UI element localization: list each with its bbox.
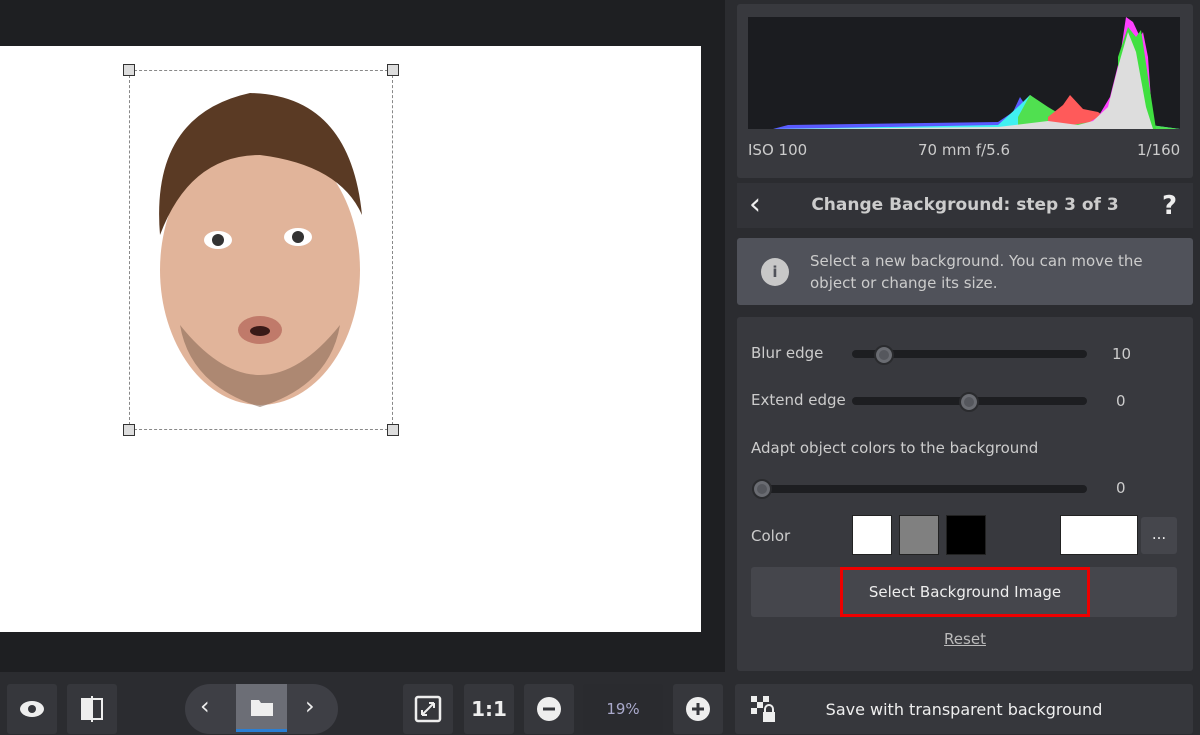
extend-edge-value: 0	[1116, 392, 1126, 410]
more-colors-button[interactable]: ...	[1141, 517, 1177, 554]
reset-link[interactable]: Reset	[737, 630, 1193, 648]
swatch-black[interactable]	[946, 515, 986, 555]
adapt-colors-knob[interactable]	[752, 479, 772, 499]
lens-label: 70 mm f/5.6	[918, 141, 1011, 159]
selection-box[interactable]	[129, 70, 393, 430]
extend-edge-label: Extend edge	[751, 391, 846, 409]
select-background-image-button[interactable]: Select Background Image	[840, 567, 1090, 617]
zoom-level[interactable]: 19%	[583, 684, 663, 734]
blur-edge-label: Blur edge	[751, 344, 824, 362]
step-title: Change Background: step 3 of 3	[811, 195, 1119, 215]
fit-screen-icon[interactable]	[403, 684, 453, 734]
folder-icon	[250, 699, 273, 716]
compare-icon[interactable]	[67, 684, 117, 734]
color-label: Color	[751, 527, 791, 545]
save-transparent-button[interactable]: Save with transparent background	[735, 684, 1193, 734]
step-header: ‹ Change Background: step 3 of 3 ?	[737, 183, 1193, 228]
save-label: Save with transparent background	[825, 699, 1103, 719]
current-color[interactable]	[1060, 515, 1138, 555]
iso-label: ISO 100	[748, 141, 808, 159]
resize-handle-br[interactable]	[387, 424, 399, 436]
prev-icon[interactable]: ‹	[200, 692, 210, 720]
info-icon: i	[761, 258, 789, 286]
histogram	[748, 17, 1180, 129]
adapt-colors-value: 0	[1116, 479, 1126, 497]
swatch-gray[interactable]	[899, 515, 939, 555]
zoom-out-icon[interactable]	[524, 684, 574, 734]
info-text: Select a new background. You can move th…	[810, 252, 1143, 292]
help-icon[interactable]: ?	[1162, 191, 1177, 221]
next-icon[interactable]: ›	[305, 692, 315, 720]
extend-edge-knob[interactable]	[959, 392, 979, 412]
info-box: i Select a new background. You can move …	[737, 238, 1193, 305]
adapt-colors-label: Adapt object colors to the background	[751, 439, 1039, 457]
swatch-white[interactable]	[852, 515, 892, 555]
blur-edge-value: 10	[1112, 345, 1132, 363]
resize-handle-tr[interactable]	[387, 64, 399, 76]
shutter-label: 1/160	[1137, 141, 1181, 159]
actual-size-button[interactable]: 1:1	[464, 684, 514, 734]
adapt-colors-slider[interactable]	[752, 485, 1087, 493]
resize-handle-tl[interactable]	[123, 64, 135, 76]
resize-handle-bl[interactable]	[123, 424, 135, 436]
blur-edge-knob[interactable]	[874, 345, 894, 365]
zoom-in-icon[interactable]	[673, 684, 723, 734]
save-transparent-icon	[751, 696, 775, 722]
preview-eye-icon[interactable]	[7, 684, 57, 734]
open-folder-button[interactable]	[236, 684, 287, 732]
